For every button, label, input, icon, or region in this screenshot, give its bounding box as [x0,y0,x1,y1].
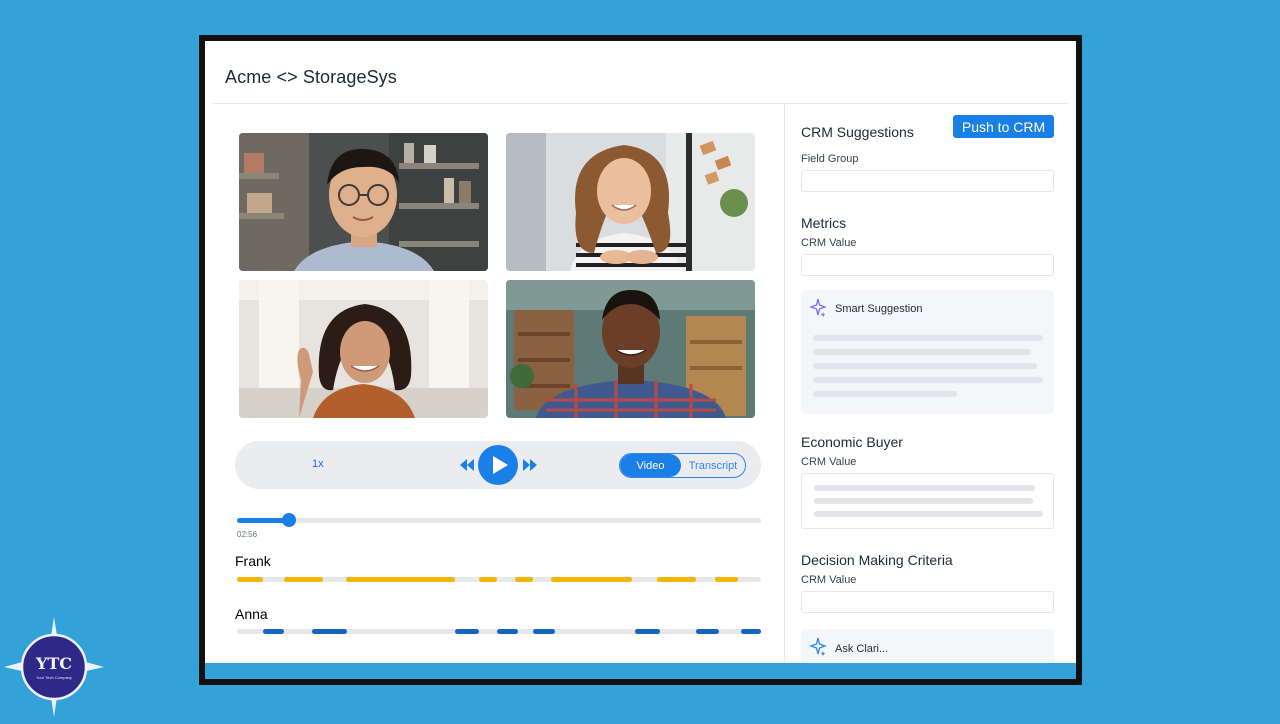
skeleton-line [813,377,1043,383]
speaker-track-anna[interactable] [237,629,761,634]
metrics-crm-value-label: CRM Value [801,237,857,249]
speaker-name-anna: Anna [235,606,268,622]
speaking-segment[interactable] [741,629,761,634]
speaking-segment[interactable] [533,629,556,634]
video-tile-participant-2[interactable] [506,133,755,271]
participant-1-video [239,133,488,271]
sparkle-icon [809,637,827,656]
dmc-crm-value-input[interactable] [801,591,1054,613]
video-tile-participant-3[interactable] [239,280,488,418]
crm-panel: CRM Suggestions Push to CRM Field Group … [785,104,1076,679]
field-group-input[interactable] [801,170,1054,192]
skeleton-line [813,363,1037,369]
logo-subtitle: Your Tech Company [36,675,72,680]
push-to-crm-button[interactable]: Push to CRM [953,115,1054,138]
video-tile-participant-1[interactable] [239,133,488,271]
metrics-crm-value-input[interactable] [801,254,1054,276]
decision-making-criteria-title: Decision Making Criteria [801,552,953,568]
metrics-title: Metrics [801,215,847,231]
app-window: Acme <> StorageSys 1x Video Transcript 0… [205,41,1076,679]
speaking-segment[interactable] [696,629,720,634]
rewind-icon[interactable] [459,458,475,472]
speaking-segment[interactable] [479,577,497,582]
fast-forward-icon[interactable] [522,458,538,472]
play-icon [493,456,508,474]
current-time: 02:56 [237,530,258,539]
economic-buyer-crm-value-input[interactable] [801,473,1054,529]
playback-speed[interactable]: 1x [312,458,324,470]
speaking-segment[interactable] [514,577,534,582]
field-group-label: Field Group [801,153,859,165]
speaking-segment[interactable] [345,577,455,582]
video-tile-participant-4[interactable] [506,280,755,418]
dmc-crm-value-label: CRM Value [801,574,857,586]
speaking-segment[interactable] [454,629,480,634]
participant-2-video [506,133,755,271]
speaker-track-frank[interactable] [237,577,761,582]
smart-suggestion-card: Smart Suggestion [801,290,1054,414]
speaking-segment[interactable] [635,629,661,634]
page-title: Acme <> StorageSys [225,67,397,87]
speaking-segment[interactable] [263,629,285,634]
ask-clari-label: Ask Clari... [835,643,889,655]
bottom-strip [205,663,1076,679]
speaking-segment[interactable] [551,577,633,582]
speaking-segment[interactable] [284,577,323,582]
player-controls: 1x Video Transcript [235,441,761,489]
skeleton-line [814,498,1033,504]
skeleton-line [813,391,957,397]
play-button[interactable] [478,445,518,485]
app-frame: Acme <> StorageSys 1x Video Transcript 0… [199,35,1082,685]
speaking-segment[interactable] [237,577,264,582]
speaking-segment[interactable] [496,629,518,634]
ytc-logo: YTC Your Tech Company [2,615,106,719]
participant-3-video [239,280,488,418]
toggle-transcript[interactable]: Transcript [681,454,745,477]
skeleton-line [814,511,1043,517]
speaker-name-frank: Frank [235,553,271,569]
speaking-segment[interactable] [312,629,348,634]
progress-bar[interactable] [237,513,761,527]
skeleton-line [813,335,1043,341]
speaking-segment[interactable] [714,577,738,582]
participant-4-video [506,280,755,418]
economic-buyer-crm-value-label: CRM Value [801,456,857,468]
skeleton-line [813,349,1031,355]
toggle-video[interactable]: Video [620,454,681,477]
smart-suggestion-title: Smart Suggestion [835,303,923,315]
progress-handle[interactable] [282,513,297,527]
sparkle-icon [809,298,827,317]
logo-text: YTC [35,654,73,673]
crm-panel-title: CRM Suggestions [801,124,914,140]
economic-buyer-title: Economic Buyer [801,434,903,450]
speaking-segment[interactable] [657,577,696,582]
view-toggle: Video Transcript [619,453,746,478]
skeleton-line [814,485,1035,491]
